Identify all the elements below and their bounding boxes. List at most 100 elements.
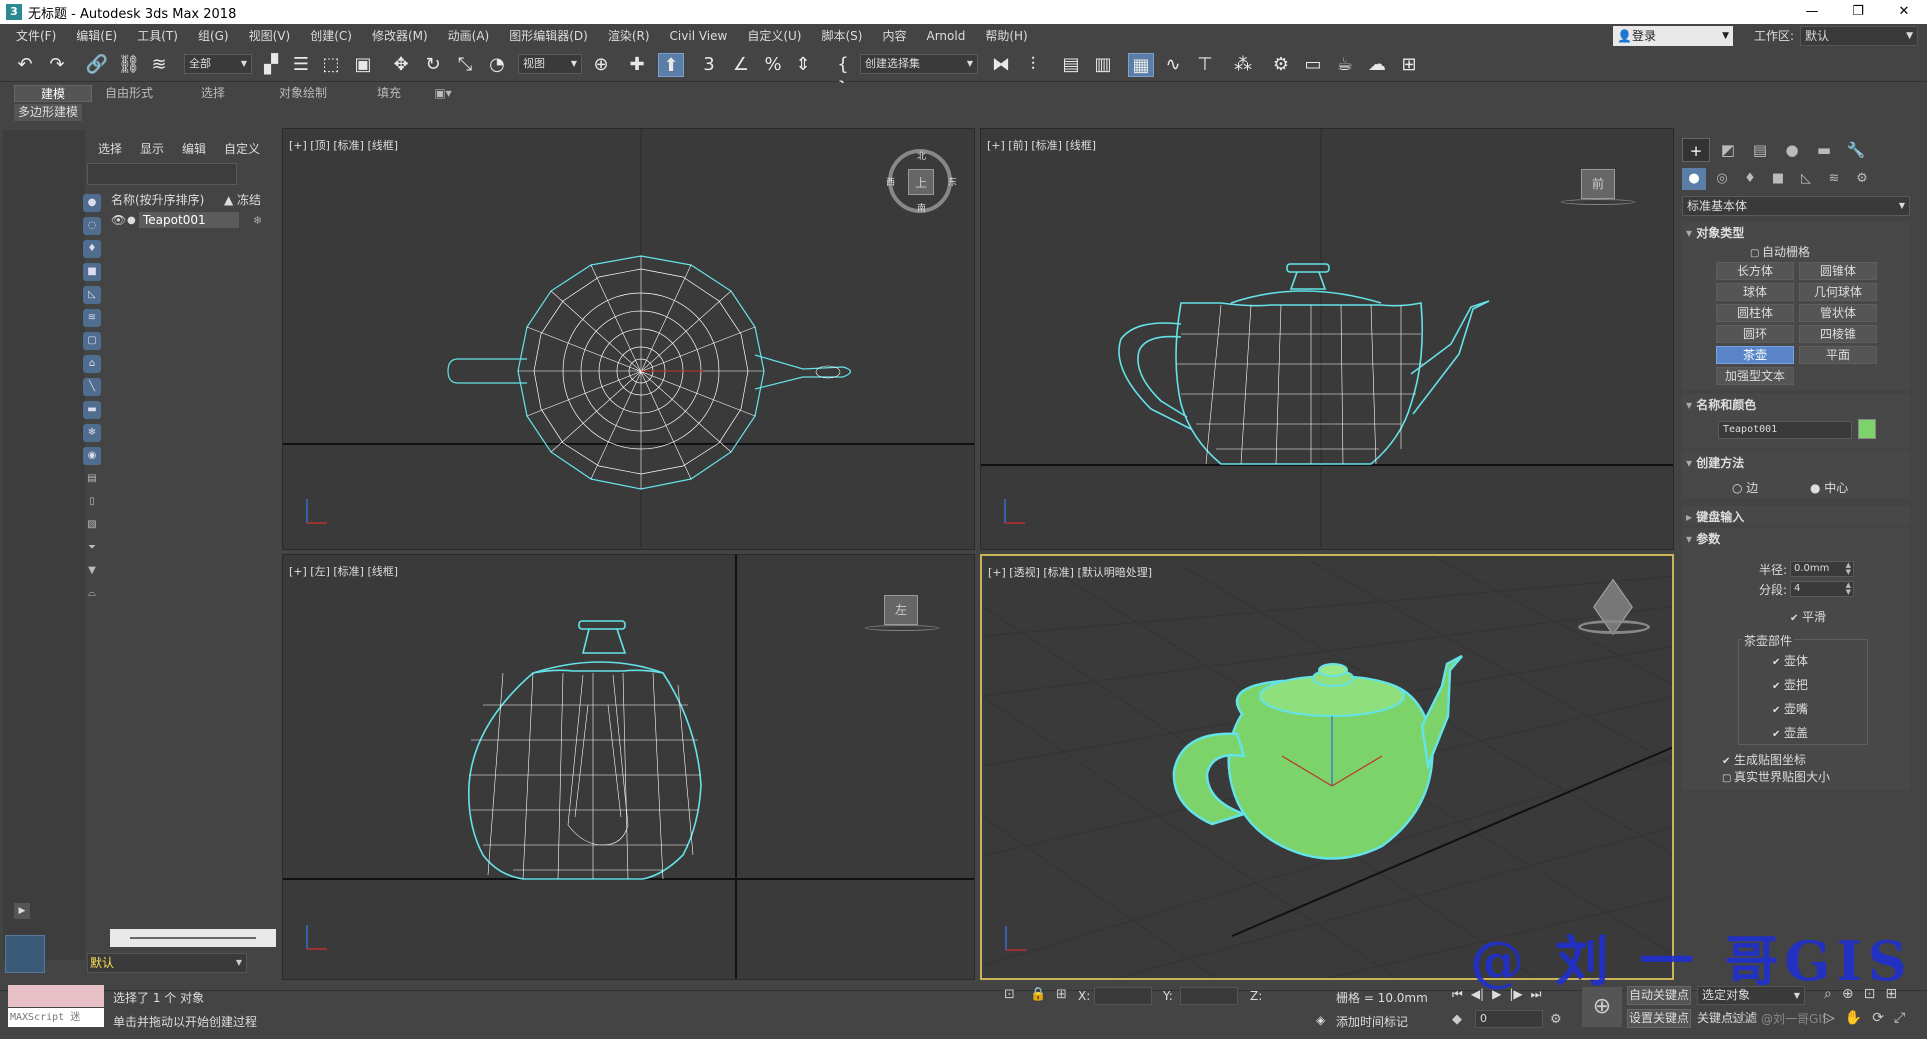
material-editor-icon[interactable]: ⁂ <box>1230 53 1256 77</box>
parameters-title[interactable]: 参数 <box>1686 530 1720 547</box>
add-time-tag[interactable]: 添加时间标记 <box>1336 1013 1408 1030</box>
visibility-eye-icon[interactable]: 👁 <box>111 213 127 227</box>
gen-map-coords-checkbox[interactable]: ✔ 生成贴图坐标 <box>1722 751 1806 768</box>
cone-button[interactable]: 圆锥体 <box>1799 262 1877 280</box>
window-crossing-icon[interactable]: ▣ <box>350 53 376 77</box>
freeze-column-header[interactable]: ▲ 冻结 <box>224 191 261 208</box>
render-production-icon[interactable]: ☕ <box>1332 53 1358 77</box>
helpers-category-icon[interactable]: ◺ <box>1794 168 1818 190</box>
menu-customize[interactable]: 自定义(U) <box>737 24 811 48</box>
filter-funnel-icon[interactable]: ⏷ <box>83 539 101 557</box>
angle-snap-icon[interactable]: ∠ <box>728 53 754 77</box>
viewcube-top[interactable]: 上 北 西 东 南 <box>886 149 957 214</box>
selection-lock-icon[interactable]: 🔒 <box>1030 987 1046 1002</box>
handle-checkbox[interactable]: ✔ 壶把 <box>1772 676 1808 693</box>
viewport-left[interactable]: [+] [左] [标准] [线框] 左 <box>282 554 975 980</box>
autogrid-checkbox[interactable]: ▢ 自动栅格 <box>1750 243 1810 260</box>
light-filter-icon[interactable]: ♦ <box>83 240 101 258</box>
textplus-button[interactable]: 加强型文本 <box>1716 367 1794 385</box>
menu-file[interactable]: 文件(F) <box>0 24 66 48</box>
ribbon-tab-selection[interactable]: 选择 <box>190 85 236 102</box>
radius-spinner[interactable]: 0.0mm ▲ ▼ <box>1790 561 1854 577</box>
spout-checkbox[interactable]: ✔ 壶嘴 <box>1772 700 1808 717</box>
body-checkbox[interactable]: ✔ 壶体 <box>1772 652 1808 669</box>
object-color-swatch[interactable] <box>1858 419 1876 439</box>
align-icon[interactable]: ⫶ <box>1020 53 1046 77</box>
invert-display-icon[interactable]: ▧ <box>83 516 101 534</box>
ribbon-polygon-modeling[interactable]: 多边形建模 <box>14 104 83 121</box>
viewport-layout-icon[interactable] <box>5 935 45 973</box>
scene-row-teapot[interactable]: 👁 ● Teapot001 ❄ <box>111 211 276 229</box>
ribbon-tab-freeform[interactable]: 自由形式 <box>94 85 164 102</box>
systems-category-icon[interactable]: ⚙ <box>1850 168 1874 190</box>
scene-scroll-bar[interactable] <box>110 929 276 947</box>
viewport-front[interactable]: [+] [前] [标准] [线框] 前 <box>980 128 1674 550</box>
absolute-mode-icon[interactable]: ⊞ <box>1056 987 1067 1002</box>
maxscript-input[interactable]: MAXScript 迷 <box>8 1008 104 1027</box>
select-manipulate-icon[interactable]: ✚ <box>624 53 650 77</box>
set-key-mode-button[interactable]: 设置关键点 <box>1627 1009 1691 1028</box>
maximize-toggle-icon[interactable]: ⤢ <box>1894 1010 1905 1026</box>
toggle-ribbon-icon[interactable]: ▦ <box>1128 53 1154 77</box>
viewcube-front[interactable]: 前 <box>1581 169 1615 199</box>
viewport-label-perspective[interactable]: [+] [透视] [标准] [默认明暗处理] <box>988 564 1152 580</box>
pyramid-button[interactable]: 四棱锥 <box>1799 325 1877 343</box>
viewport-top[interactable]: [+] [顶] [标准] [线框] 上 北 西 东 南 <box>282 128 975 550</box>
object-name-field[interactable]: Teapot001 <box>1718 421 1852 439</box>
scene-tab-display[interactable]: 显示 <box>140 140 164 157</box>
motion-tab-icon[interactable]: ● <box>1778 138 1806 162</box>
viewport-label-left[interactable]: [+] [左] [标准] [线框] <box>289 563 398 579</box>
lights-category-icon[interactable]: ♦ <box>1738 168 1762 190</box>
layer-explorer-icon[interactable]: ▥ <box>1090 53 1116 77</box>
frozen-filter-icon[interactable]: ❄ <box>83 424 101 442</box>
percent-snap-icon[interactable]: % <box>760 53 786 77</box>
bind-space-warp-icon[interactable]: ≋ <box>146 53 172 77</box>
primitive-type-dropdown[interactable]: 标准基本体 ▼ <box>1682 196 1910 216</box>
freeze-snowflake-icon[interactable]: ❄ <box>253 214 262 227</box>
edge-radio[interactable]: ○ 边 <box>1732 479 1758 496</box>
scene-tab-edit[interactable]: 编辑 <box>182 140 206 157</box>
menu-civil-view[interactable]: Civil View <box>660 24 738 48</box>
shapes-category-icon[interactable]: ◎ <box>1710 168 1734 190</box>
ribbon-tab-object-paint[interactable]: 对象绘制 <box>270 85 336 102</box>
filter-funnel-alt-icon[interactable]: ▼ <box>83 562 101 580</box>
creation-method-title[interactable]: 创建方法 <box>1686 454 1744 471</box>
utilities-tab-icon[interactable]: 🔧 <box>1842 138 1870 162</box>
restore-button[interactable]: ❐ <box>1835 0 1881 24</box>
render-iterative-icon[interactable]: ☁ <box>1364 53 1390 77</box>
menu-group[interactable]: 组(G) <box>188 24 239 48</box>
ribbon-options-icon[interactable]: ▣▾ <box>432 85 454 102</box>
menu-content[interactable]: 内容 <box>872 24 916 48</box>
name-color-title[interactable]: 名称和颜色 <box>1686 396 1756 413</box>
pivot-center-icon[interactable]: ⊕ <box>588 53 614 77</box>
helper-filter-icon[interactable]: ◺ <box>83 286 101 304</box>
viewcube-left[interactable]: 左 <box>884 595 918 625</box>
menu-graph-editors[interactable]: 图形编辑器(D) <box>499 24 598 48</box>
menu-help[interactable]: 帮助(H) <box>975 24 1037 48</box>
torus-button[interactable]: 圆环 <box>1716 325 1794 343</box>
smooth-checkbox[interactable]: ✔ 平滑 <box>1790 608 1826 625</box>
teapot-button[interactable]: 茶壶 <box>1716 346 1794 364</box>
play-icon[interactable]: ▶ <box>14 903 30 919</box>
geosphere-button[interactable]: 几何球体 <box>1799 283 1877 301</box>
modify-tab-icon[interactable]: ◩ <box>1714 138 1742 162</box>
schematic-view-icon[interactable]: ⊤ <box>1192 53 1218 77</box>
workspace-dropdown[interactable]: 默认 ▼ <box>1800 26 1918 46</box>
keyboard-entry-title[interactable]: 键盘输入 <box>1686 508 1744 525</box>
x-coord-field[interactable] <box>1094 987 1152 1005</box>
login-dropdown[interactable]: 👤 登录 ▼ <box>1613 26 1733 46</box>
display-none-icon[interactable]: ▯ <box>83 493 101 511</box>
scale-icon[interactable]: ⤡ <box>452 53 478 77</box>
scene-tab-customize[interactable]: 自定义 <box>224 140 260 157</box>
hierarchy-tab-icon[interactable]: ▤ <box>1746 138 1774 162</box>
minimize-button[interactable]: — <box>1789 0 1835 24</box>
render-online-icon[interactable]: ⊞ <box>1396 53 1422 77</box>
menu-tools[interactable]: 工具(T) <box>127 24 188 48</box>
viewcube-face-top[interactable]: 上 <box>908 169 934 195</box>
snap-3d-icon[interactable]: 3 <box>696 53 722 77</box>
xref-filter-icon[interactable]: ⌂ <box>83 355 101 373</box>
segments-spinner[interactable]: 4 ▲ ▼ <box>1790 581 1854 597</box>
geometry-filter-icon[interactable]: ● <box>83 194 101 212</box>
y-coord-field[interactable] <box>1180 987 1238 1005</box>
mirror-icon[interactable]: ⧓ <box>988 53 1014 77</box>
